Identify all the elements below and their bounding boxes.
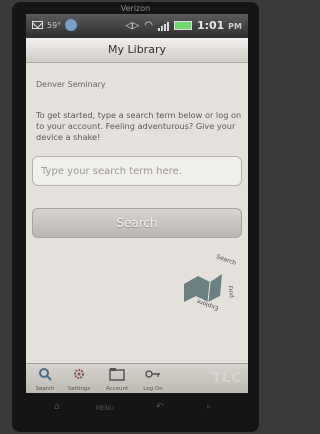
hardware-softkeys: ⌂ MENU ↶ ⌕ <box>26 398 248 424</box>
magnifier-icon <box>39 368 52 381</box>
folder-icon <box>109 368 125 381</box>
wifi-icon: ◠ <box>144 20 153 31</box>
home-icon[interactable]: ⌂ <box>54 402 60 412</box>
menu-icon[interactable]: MENU <box>96 405 114 412</box>
search-icon[interactable]: ⌕ <box>206 402 211 412</box>
gear-icon <box>74 369 84 379</box>
app-screen: My Library Denver Seminary To get starte… <box>26 38 248 393</box>
tab-search[interactable]: Search <box>30 366 60 392</box>
svg-text:Search: Search <box>215 253 237 267</box>
search-button[interactable]: Search <box>32 208 242 238</box>
search-input[interactable] <box>32 156 242 186</box>
tab-account[interactable]: Account <box>102 366 132 392</box>
back-icon[interactable]: ↶ <box>156 402 164 412</box>
clock: 1:01 PM <box>196 19 242 32</box>
phone-frame: Verizon 59° ◁▷ ◠ 1:01 PM My Library Denv… <box>12 2 259 432</box>
temperature-readout: 59° <box>47 20 62 30</box>
brand-watermark: TLC <box>212 371 242 386</box>
page-title: My Library <box>26 38 248 63</box>
mail-notification-icon <box>32 21 43 29</box>
status-bar: 59° ◁▷ ◠ 1:01 PM <box>26 14 248 38</box>
bottom-tab-bar: Search Settings Account Log On TLC <box>26 363 248 393</box>
vibrate-icon: ◁▷ <box>125 20 140 31</box>
weather-icon <box>65 19 78 31</box>
svg-text:Find: Find <box>226 285 235 299</box>
key-icon <box>145 370 160 378</box>
signal-icon <box>157 21 169 31</box>
search-find-explore-logo: Search Find Explore <box>176 246 246 320</box>
tab-settings[interactable]: Settings <box>64 366 94 392</box>
institution-name: Denver Seminary <box>36 80 106 89</box>
battery-icon <box>173 21 192 30</box>
tab-log-on[interactable]: Log On <box>138 366 168 392</box>
intro-text: To get started, type a search term below… <box>36 110 242 142</box>
